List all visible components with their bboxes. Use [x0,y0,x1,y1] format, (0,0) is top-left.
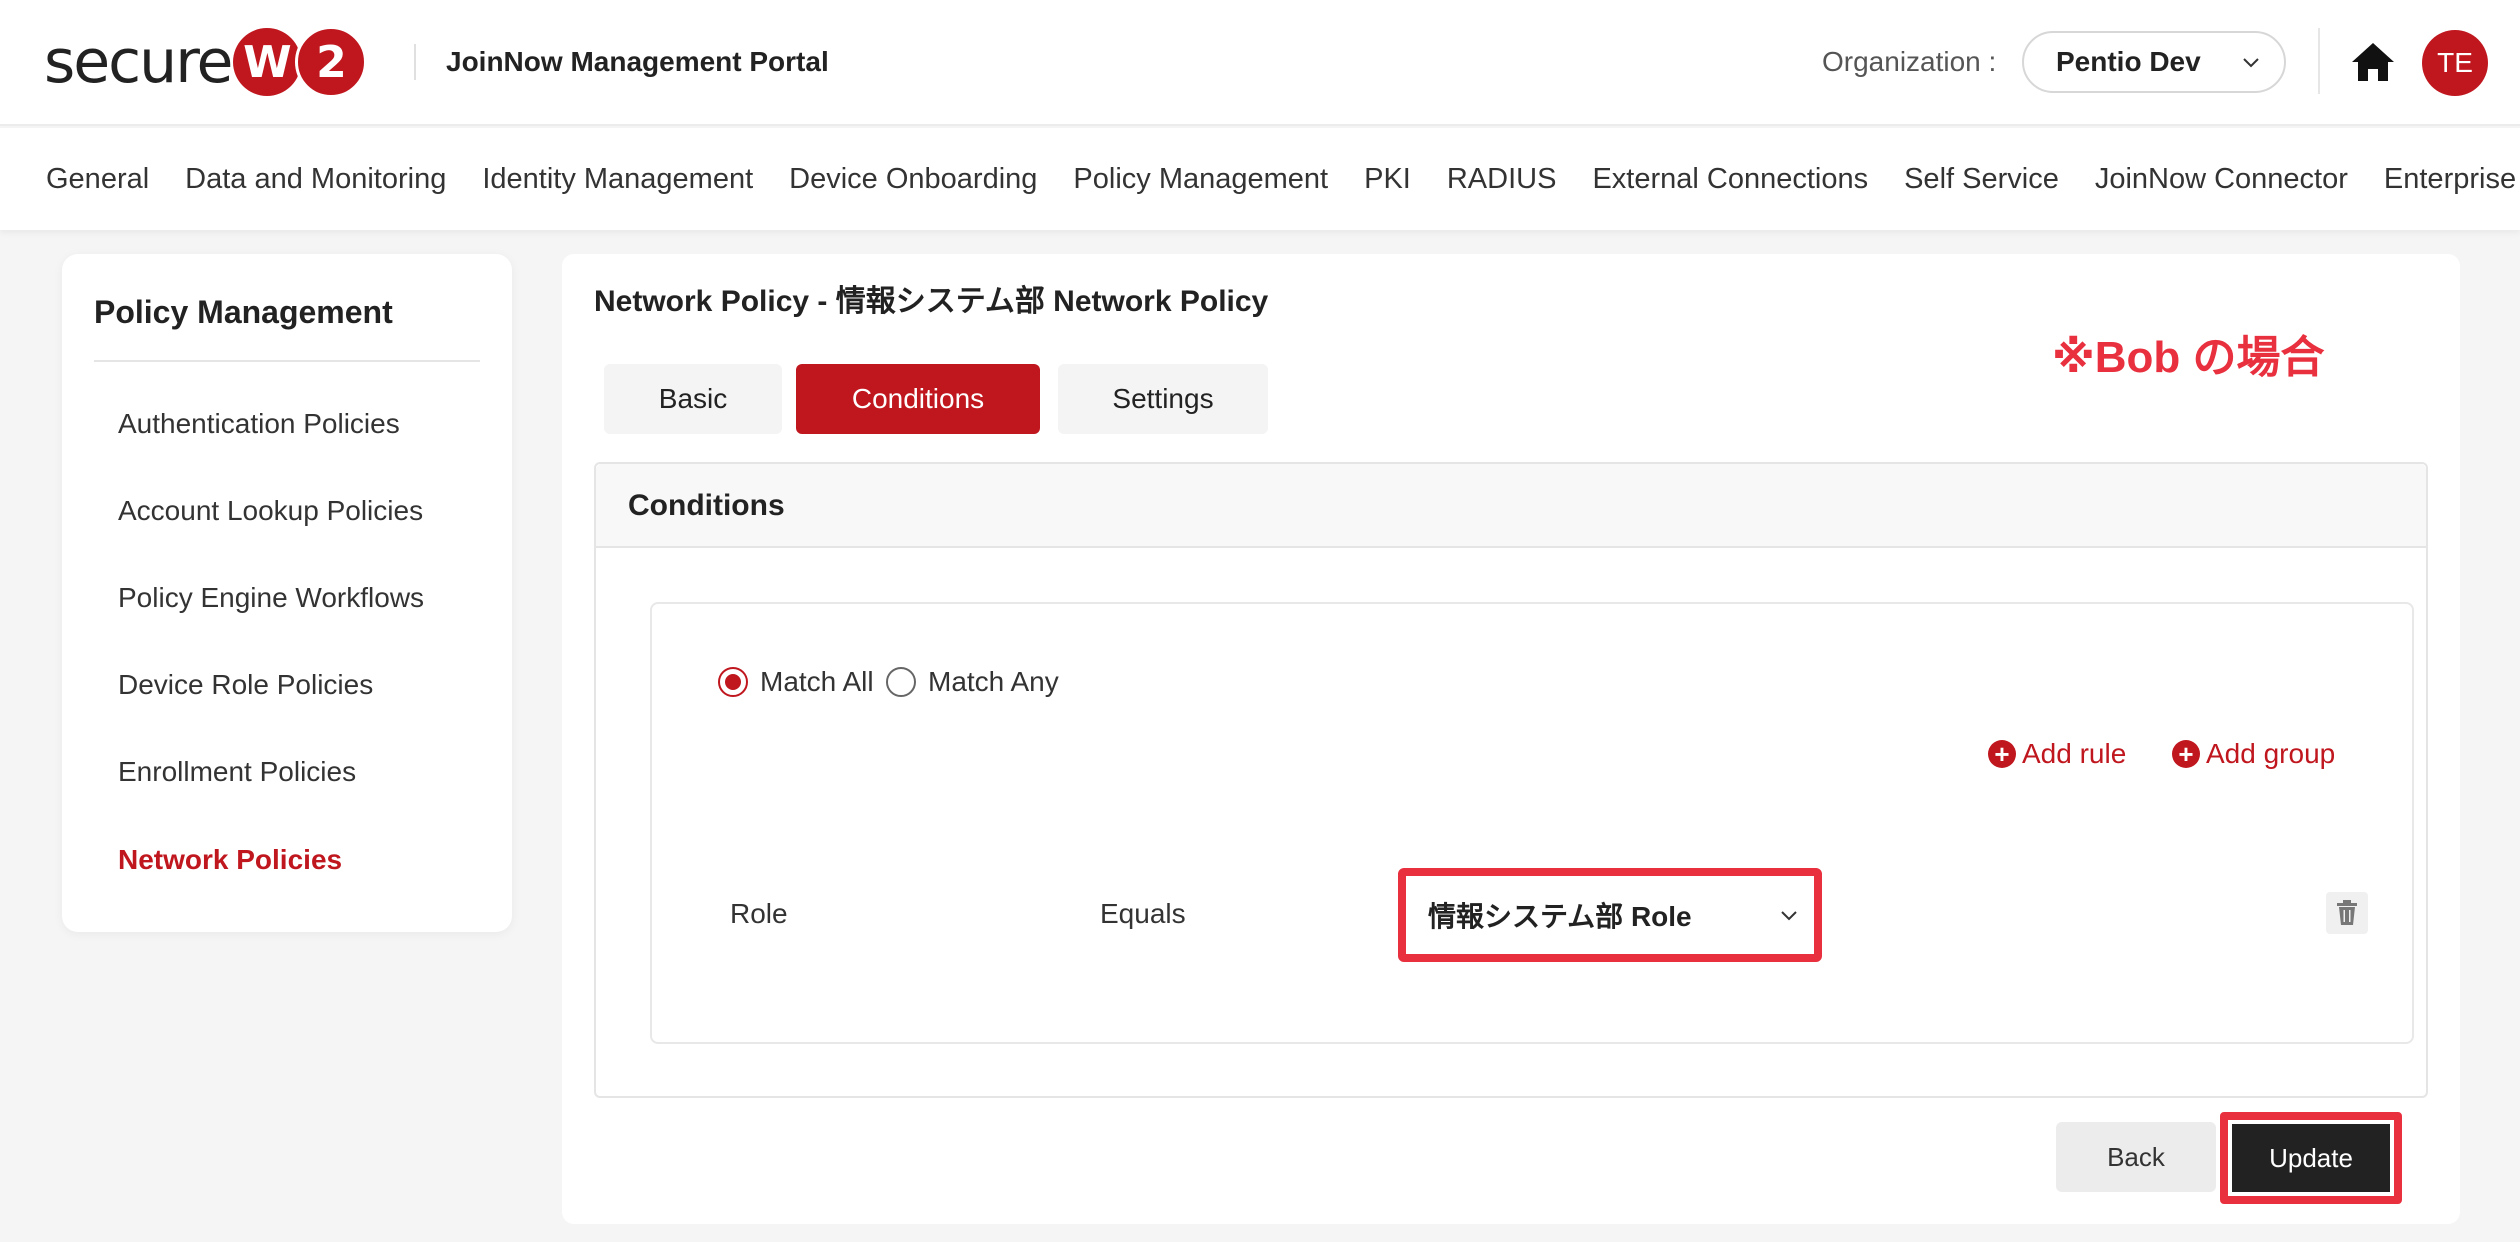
update-button[interactable]: Update [2232,1124,2390,1192]
organization-label: Organization : [1822,46,1997,77]
tab-settings[interactable]: Settings [1058,364,1268,434]
add-rule-button[interactable]: + Add rule [1988,738,2126,770]
app-header: secure W 2 JoinNow Management Portal Org… [0,0,2520,126]
rule-field[interactable]: Role [730,896,788,932]
portal-title: JoinNow Management Portal [446,46,829,77]
sidebar-item-policy-engine-workflows[interactable]: Policy Engine Workflows [118,580,424,616]
role-value: 情報システム部 Role [1428,901,1692,932]
plus-circle-icon: + [2172,740,2200,768]
sidebar-item-authentication-policies[interactable]: Authentication Policies [118,406,400,442]
conditions-panel-title: Conditions [628,489,785,522]
match-any-label: Match Any [928,666,1059,697]
add-group-button[interactable]: + Add group [2172,738,2335,770]
main-navigation: General Data and Monitoring Identity Man… [0,128,2520,230]
match-any-radio[interactable] [886,667,916,697]
role-select-highlight: 情報システム部 Role [1398,868,1822,962]
add-group-label: Add group [2206,738,2336,769]
nav-radius[interactable]: RADIUS [1447,159,1557,199]
main-content: Network Policy - 情報システム部 Network Policy … [562,254,2460,1224]
sidebar-item-network-policies[interactable]: Network Policies [118,842,342,878]
match-all-label: Match All [760,666,874,697]
conditions-panel-header: Conditions [596,464,2426,548]
nav-policy-management[interactable]: Policy Management [1073,159,1328,199]
sidebar: Policy Management Authentication Policie… [62,254,512,932]
annotation-note: ※Bob の場合 [2052,333,2325,382]
logo-wordmark: secure [44,27,233,97]
nav-device-onboarding[interactable]: Device Onboarding [789,159,1037,199]
nav-self-service[interactable]: Self Service [1904,159,2059,199]
delete-rule-button[interactable] [2326,892,2368,934]
page-title: Network Policy - 情報システム部 Network Policy [594,285,1269,318]
user-avatar[interactable]: TE [2422,30,2488,96]
sidebar-divider [94,360,480,362]
logo-w-badge: W [233,28,302,96]
home-icon[interactable] [2350,40,2396,84]
tab-basic[interactable]: Basic [604,364,782,434]
nav-pki[interactable]: PKI [1364,159,1411,199]
conditions-panel: Conditions Match All Match Any + Add rul… [594,462,2428,1098]
securew2-logo[interactable]: secure W 2 [44,26,368,98]
match-all-radio[interactable] [718,667,748,697]
rule-operator[interactable]: Equals [1100,896,1186,932]
tab-conditions[interactable]: Conditions [796,364,1040,434]
header-divider-2 [2318,28,2320,94]
nav-general[interactable]: General [46,159,149,199]
chevron-down-icon [1781,911,1797,921]
role-value-select[interactable]: 情報システム部 Role [1406,876,1814,954]
match-all-option[interactable]: Match All [718,666,874,698]
organization-value: Pentio Dev [2056,46,2201,77]
plus-circle-icon: + [1988,740,2016,768]
update-button-highlight: Update [2220,1112,2402,1204]
trash-icon [2337,900,2357,925]
nav-enterprise-client[interactable]: Enterprise Client [2384,159,2520,199]
logo-2-badge: 2 [295,26,368,98]
sidebar-title: Policy Management [94,294,393,330]
condition-group: Match All Match Any + Add rule + Add gro… [650,602,2414,1044]
sidebar-item-enrollment-policies[interactable]: Enrollment Policies [118,754,356,790]
nav-joinnow-connector[interactable]: JoinNow Connector [2095,159,2348,199]
sidebar-item-account-lookup-policies[interactable]: Account Lookup Policies [118,493,423,529]
nav-external-connections[interactable]: External Connections [1592,159,1868,199]
nav-data-and-monitoring[interactable]: Data and Monitoring [185,159,446,199]
back-button[interactable]: Back [2056,1122,2216,1192]
nav-identity-management[interactable]: Identity Management [482,159,753,199]
chevron-down-icon [2243,58,2259,68]
add-rule-label: Add rule [2022,738,2127,769]
sidebar-item-device-role-policies[interactable]: Device Role Policies [118,667,373,703]
match-any-option[interactable]: Match Any [886,666,1059,698]
header-divider [414,44,416,80]
organization-select[interactable]: Pentio Dev [2022,31,2286,93]
